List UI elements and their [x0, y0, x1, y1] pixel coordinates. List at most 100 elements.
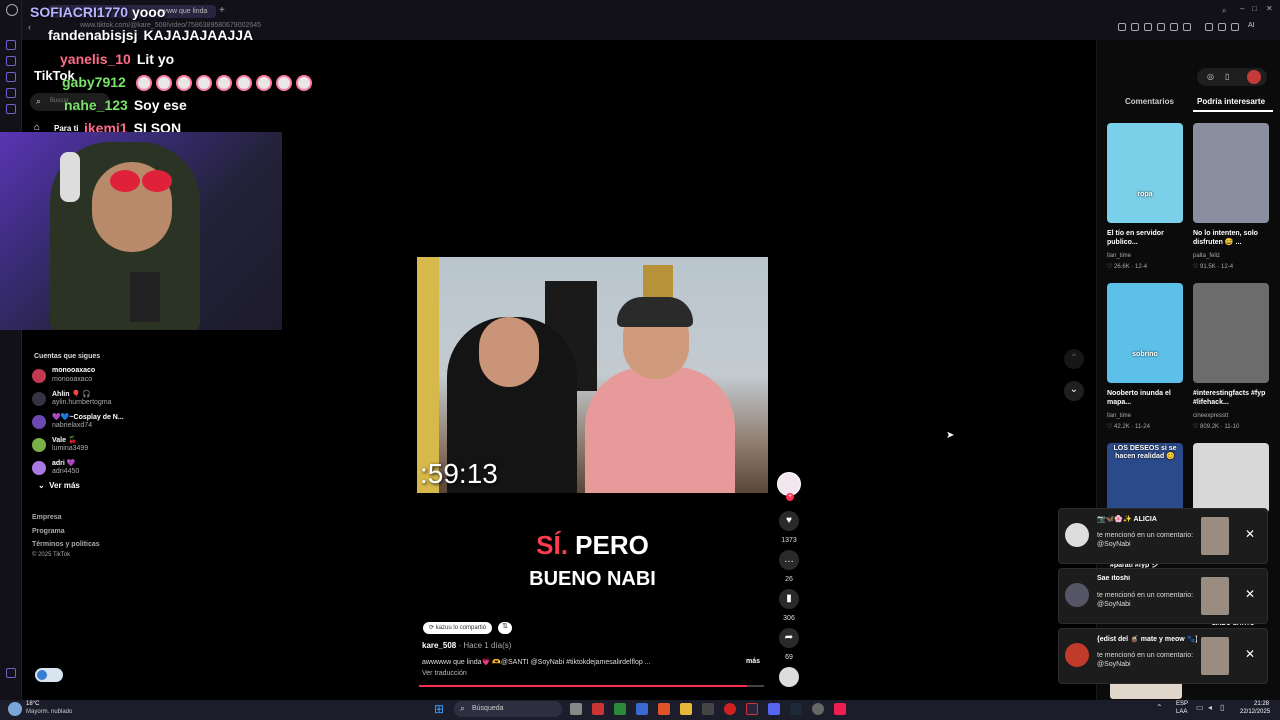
- follow-plus-icon[interactable]: +: [786, 493, 794, 501]
- tab-interesting[interactable]: Podría interesarte: [1197, 97, 1265, 106]
- tab-comments[interactable]: Comentarios: [1125, 97, 1174, 106]
- wallet-icon[interactable]: [1218, 23, 1226, 31]
- mention-notification[interactable]: 📷🦋🌸✨ ALICIA te mencionó en un comentario:…: [1058, 508, 1268, 564]
- pin-icon[interactable]: [1118, 23, 1126, 31]
- tray-chevron-icon[interactable]: ⌃: [1156, 703, 1163, 712]
- suggested-video-author[interactable]: palta_feliz: [1193, 253, 1273, 259]
- shield-icon[interactable]: [1144, 23, 1152, 31]
- maximize-button[interactable]: □: [1252, 4, 1257, 13]
- brave-icon[interactable]: [658, 703, 670, 715]
- video-progress-track[interactable]: [419, 685, 764, 687]
- tiktok-app-icon[interactable]: [834, 703, 846, 715]
- chat-username: nahe_123: [64, 97, 128, 113]
- notification-thumbnail[interactable]: [1201, 577, 1229, 615]
- translate-link[interactable]: Ver traducción: [422, 670, 467, 677]
- suggested-video-title[interactable]: #interestingfacts #fyp #lifehack...: [1193, 389, 1273, 407]
- author-avatar[interactable]: +: [777, 472, 801, 501]
- sound-avatar[interactable]: [779, 667, 799, 687]
- chat-message: nahe_123 Soy ese: [64, 97, 187, 113]
- notification-thumbnail[interactable]: [1201, 637, 1229, 675]
- suggested-video-thumb[interactable]: [1193, 123, 1269, 223]
- profile-avatar[interactable]: [1247, 70, 1261, 84]
- rail-bookmark-icon[interactable]: [6, 72, 16, 82]
- opera-icon[interactable]: [746, 703, 758, 715]
- rail-more-icon[interactable]: [6, 668, 16, 678]
- person-right-hair: [617, 297, 693, 327]
- phone-icon[interactable]: ▯: [1225, 72, 1229, 81]
- heart-icon[interactable]: [1183, 23, 1191, 31]
- rail-messages-icon[interactable]: [6, 88, 16, 98]
- suggested-video-thumb[interactable]: [1193, 443, 1269, 513]
- bookmark-icon[interactable]: ▮: [779, 589, 799, 609]
- menu-icon[interactable]: [1231, 23, 1239, 31]
- suggested-video-author[interactable]: llan_time: [1107, 253, 1187, 259]
- suggested-video-title[interactable]: Nooberto inunda el mapa...: [1107, 389, 1187, 407]
- coin-icon[interactable]: ◎: [1207, 72, 1214, 81]
- play-icon[interactable]: [1170, 23, 1178, 31]
- close-icon[interactable]: ✕: [1245, 527, 1255, 541]
- floating-toggle[interactable]: [35, 668, 63, 682]
- extension-icon[interactable]: [1157, 23, 1165, 31]
- notification-thumbnail[interactable]: [1201, 517, 1229, 555]
- footer-link-terms[interactable]: Términos y políticas: [32, 541, 100, 548]
- share-icon[interactable]: ➦: [779, 628, 799, 648]
- search-icon[interactable]: ⌕: [1222, 6, 1226, 16]
- taskbar-search[interactable]: ⌕ Búsqueda: [454, 701, 562, 717]
- windows-start-icon[interactable]: ⊞: [434, 702, 448, 716]
- app-icon-2[interactable]: [702, 703, 714, 715]
- footer-link-program[interactable]: Programa: [32, 528, 65, 535]
- chevron-down-icon[interactable]: ⌄: [1064, 381, 1084, 401]
- tab-icon[interactable]: [1131, 23, 1139, 31]
- suggested-video-author[interactable]: llan_time: [1107, 413, 1187, 419]
- chat-icon[interactable]: [1205, 23, 1213, 31]
- suggested-video-thumb[interactable]: sobrino: [1107, 283, 1183, 383]
- volume-icon[interactable]: ◂: [1208, 703, 1212, 712]
- ai-button[interactable]: AI: [1248, 22, 1255, 29]
- battery-icon[interactable]: ▯: [1220, 703, 1224, 712]
- network-icon[interactable]: ▭: [1196, 703, 1204, 712]
- vscode-icon[interactable]: [636, 703, 648, 715]
- shared-badge[interactable]: ⟳ kazuu lo compartió: [423, 622, 493, 634]
- mention-notification[interactable]: Sae itoshi te mencionó en un comentario: …: [1058, 568, 1268, 624]
- close-window-button[interactable]: ✕: [1266, 4, 1273, 13]
- task-view-icon[interactable]: [570, 703, 582, 715]
- folder-icon[interactable]: [680, 703, 692, 715]
- app-icon-1[interactable]: [592, 703, 604, 715]
- minimize-button[interactable]: –: [1240, 4, 1244, 13]
- chevron-up-icon[interactable]: ⌃: [1064, 349, 1084, 369]
- tray-lang[interactable]: ESP: [1176, 701, 1188, 707]
- discord-icon[interactable]: [768, 703, 780, 715]
- suggested-video-title[interactable]: El tío en servidor publico...: [1107, 229, 1187, 247]
- close-icon[interactable]: ✕: [1245, 587, 1255, 601]
- suggested-video-title[interactable]: No lo intenten, solo disfruten 😅 ...: [1193, 229, 1273, 247]
- like-icon[interactable]: ♥: [779, 511, 799, 531]
- rail-home-icon[interactable]: [6, 40, 16, 50]
- suggested-video-thumb[interactable]: [1193, 283, 1269, 383]
- suggested-video-thumb[interactable]: LOS DESEOS si se hacen realidad 😊: [1107, 443, 1183, 513]
- mention-notification[interactable]: {edist del 🧉 mate y meow 🐾} ☆ te mencionó…: [1058, 628, 1268, 684]
- video-description: awwwww que linda💗 🫶@SANTI @SoyNabi #tikt…: [422, 659, 651, 666]
- back-icon[interactable]: ‹: [28, 22, 31, 32]
- suggested-video-stats: ♡ 809.2K · 11-10: [1193, 424, 1240, 430]
- footer-link-company[interactable]: Empresa: [32, 514, 62, 521]
- panel-controls: ◎ ▯: [1197, 68, 1267, 86]
- comment-icon[interactable]: …: [779, 550, 799, 570]
- minecraft-icon[interactable]: [614, 703, 626, 715]
- suggested-video-author[interactable]: cineexpresstt: [1193, 413, 1273, 419]
- new-tab-button[interactable]: +: [219, 5, 225, 16]
- avatar: [1065, 583, 1089, 607]
- steam-icon[interactable]: [790, 703, 802, 715]
- following-handle: aylin.humbertogma: [52, 399, 112, 406]
- weather-icon[interactable]: [8, 702, 22, 716]
- app-icon-4[interactable]: [812, 703, 824, 715]
- microphone: [130, 272, 160, 322]
- repost-count-icon[interactable]: ⇅: [498, 622, 512, 634]
- close-icon[interactable]: ✕: [1245, 647, 1255, 661]
- rail-history-icon[interactable]: [6, 56, 16, 66]
- suggested-video-thumb[interactable]: ropa: [1107, 123, 1183, 223]
- video-author[interactable]: kare_508 · Hace 1 día(s): [422, 641, 511, 650]
- app-icon-3[interactable]: [724, 703, 736, 715]
- see-more-button[interactable]: ⌄ Ver más: [38, 481, 80, 490]
- rail-settings-icon[interactable]: [6, 104, 16, 114]
- more-link[interactable]: más: [746, 658, 760, 665]
